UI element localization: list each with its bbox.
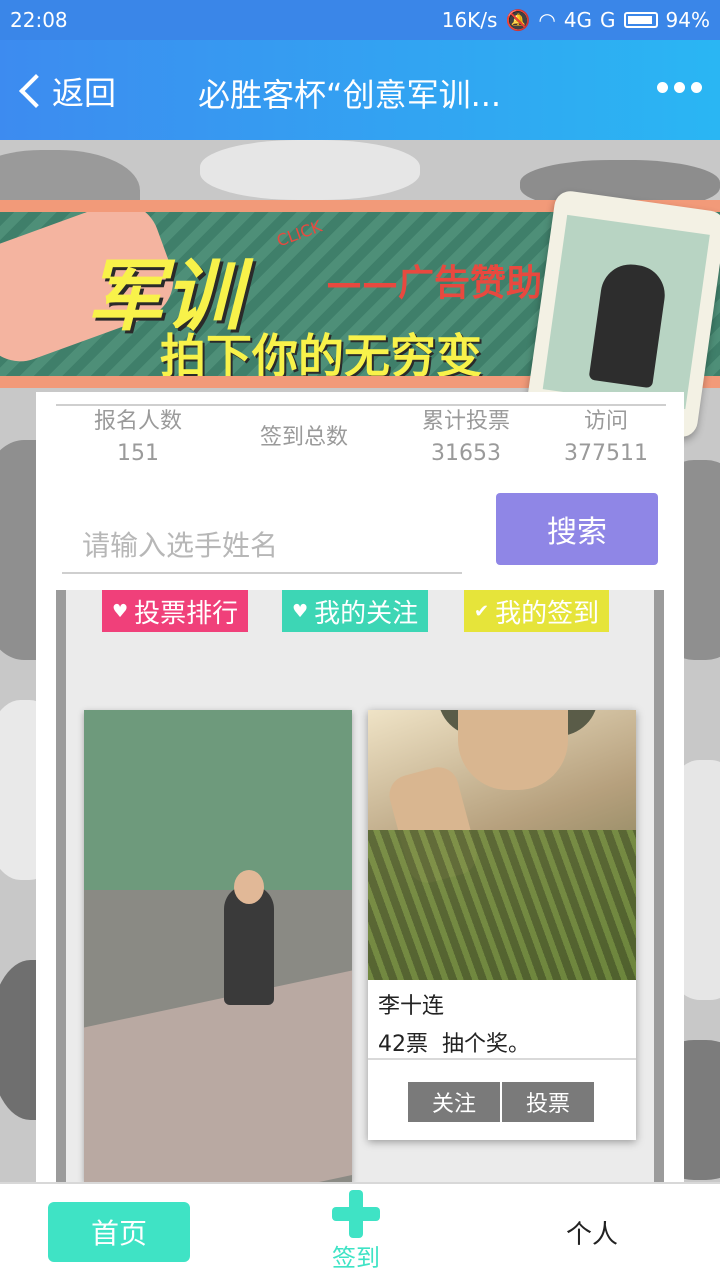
entry-photo[interactable] (368, 710, 636, 980)
nav-personal-button[interactable]: 个人 (566, 1214, 618, 1251)
signal-4g: 4G (563, 8, 593, 32)
mute-icon: 🔕 (505, 8, 531, 32)
entry-photo-left[interactable] (84, 710, 352, 1182)
main-card: 报名人数 151 签到总数 累计投票 31653 访问 377511 搜索 ♥ … (36, 392, 684, 1182)
wifi-icon: ◠ (538, 8, 556, 32)
nav-checkin-button[interactable]: 签到 (326, 1190, 386, 1274)
banner-sponsor: ——广告赞助 (326, 263, 543, 304)
app-header: 返回 必胜客杯“创意军训... (0, 40, 720, 140)
entries-gallery: ♥ 投票排行 ♥ 我的关注 ✔ 我的签到 李十连 42票 抽个奖。 关注 投票 (56, 590, 664, 1182)
status-bar: 22:08 16K/s 🔕 ◠ 4G G 94% (0, 0, 720, 40)
page-title: 必胜客杯“创意军训... (198, 76, 502, 114)
back-label: 返回 (52, 74, 117, 112)
stats-row: 报名人数 151 签到总数 累计投票 31653 访问 377511 (36, 406, 684, 476)
entry-card: 李十连 42票 抽个奖。 关注 投票 (368, 710, 636, 1140)
entry-votes: 42票 抽个奖。 (378, 1032, 530, 1057)
tab-my-follows[interactable]: ♥ 我的关注 (282, 590, 429, 632)
banner-slogan: 拍下你的无穷变 (160, 329, 482, 383)
back-button[interactable]: 返回 (16, 68, 116, 114)
stat-label: 签到总数 (259, 425, 348, 450)
search-input[interactable] (62, 518, 462, 574)
net-speed: 16K/s (441, 8, 498, 32)
nav-checkin-label: 签到 (332, 1244, 380, 1272)
vote-button[interactable]: 投票 (502, 1082, 594, 1122)
follow-button[interactable]: 关注 (408, 1082, 500, 1122)
banner-click-text: CLICK (274, 216, 325, 251)
status-icons: 16K/s 🔕 ◠ 4G G 94% (442, 8, 710, 32)
stat-value: 31653 (431, 441, 501, 466)
divider (368, 1058, 636, 1060)
stat-checkins: 签到总数 (242, 422, 366, 454)
tab-label: 我的签到 (495, 598, 600, 629)
tab-label: 投票排行 (134, 598, 239, 629)
stat-votes: 累计投票 31653 (404, 406, 528, 470)
chevron-left-icon (19, 74, 53, 108)
search-button[interactable]: 搜索 (496, 493, 658, 565)
stat-value: 151 (117, 441, 159, 466)
battery-icon (623, 12, 658, 28)
heart-icon: ♥ (292, 600, 309, 622)
stat-signups: 报名人数 151 (76, 406, 200, 470)
nav-home-button[interactable]: 首页 (48, 1202, 190, 1262)
tab-my-checkins[interactable]: ✔ 我的签到 (464, 590, 610, 632)
stat-label: 报名人数 (93, 409, 182, 434)
check-icon: ✔ (474, 600, 490, 622)
stat-visits: 访问 377511 (556, 406, 656, 470)
stat-value: 377511 (564, 441, 648, 466)
signal-g: G (600, 8, 616, 32)
bottom-nav: 首页 签到 个人 (0, 1182, 720, 1280)
stat-label: 累计投票 (421, 409, 510, 434)
battery-level: 94% (665, 8, 710, 32)
tab-vote-ranking[interactable]: ♥ 投票排行 (102, 590, 249, 632)
stat-label: 访问 (583, 409, 628, 434)
plus-icon (332, 1190, 380, 1238)
entry-name: 李十连 (378, 994, 445, 1019)
more-dots-icon[interactable] (657, 82, 702, 93)
heart-icon: ♥ (112, 600, 129, 622)
status-time: 22:08 (10, 8, 68, 32)
tab-label: 我的关注 (314, 598, 419, 629)
